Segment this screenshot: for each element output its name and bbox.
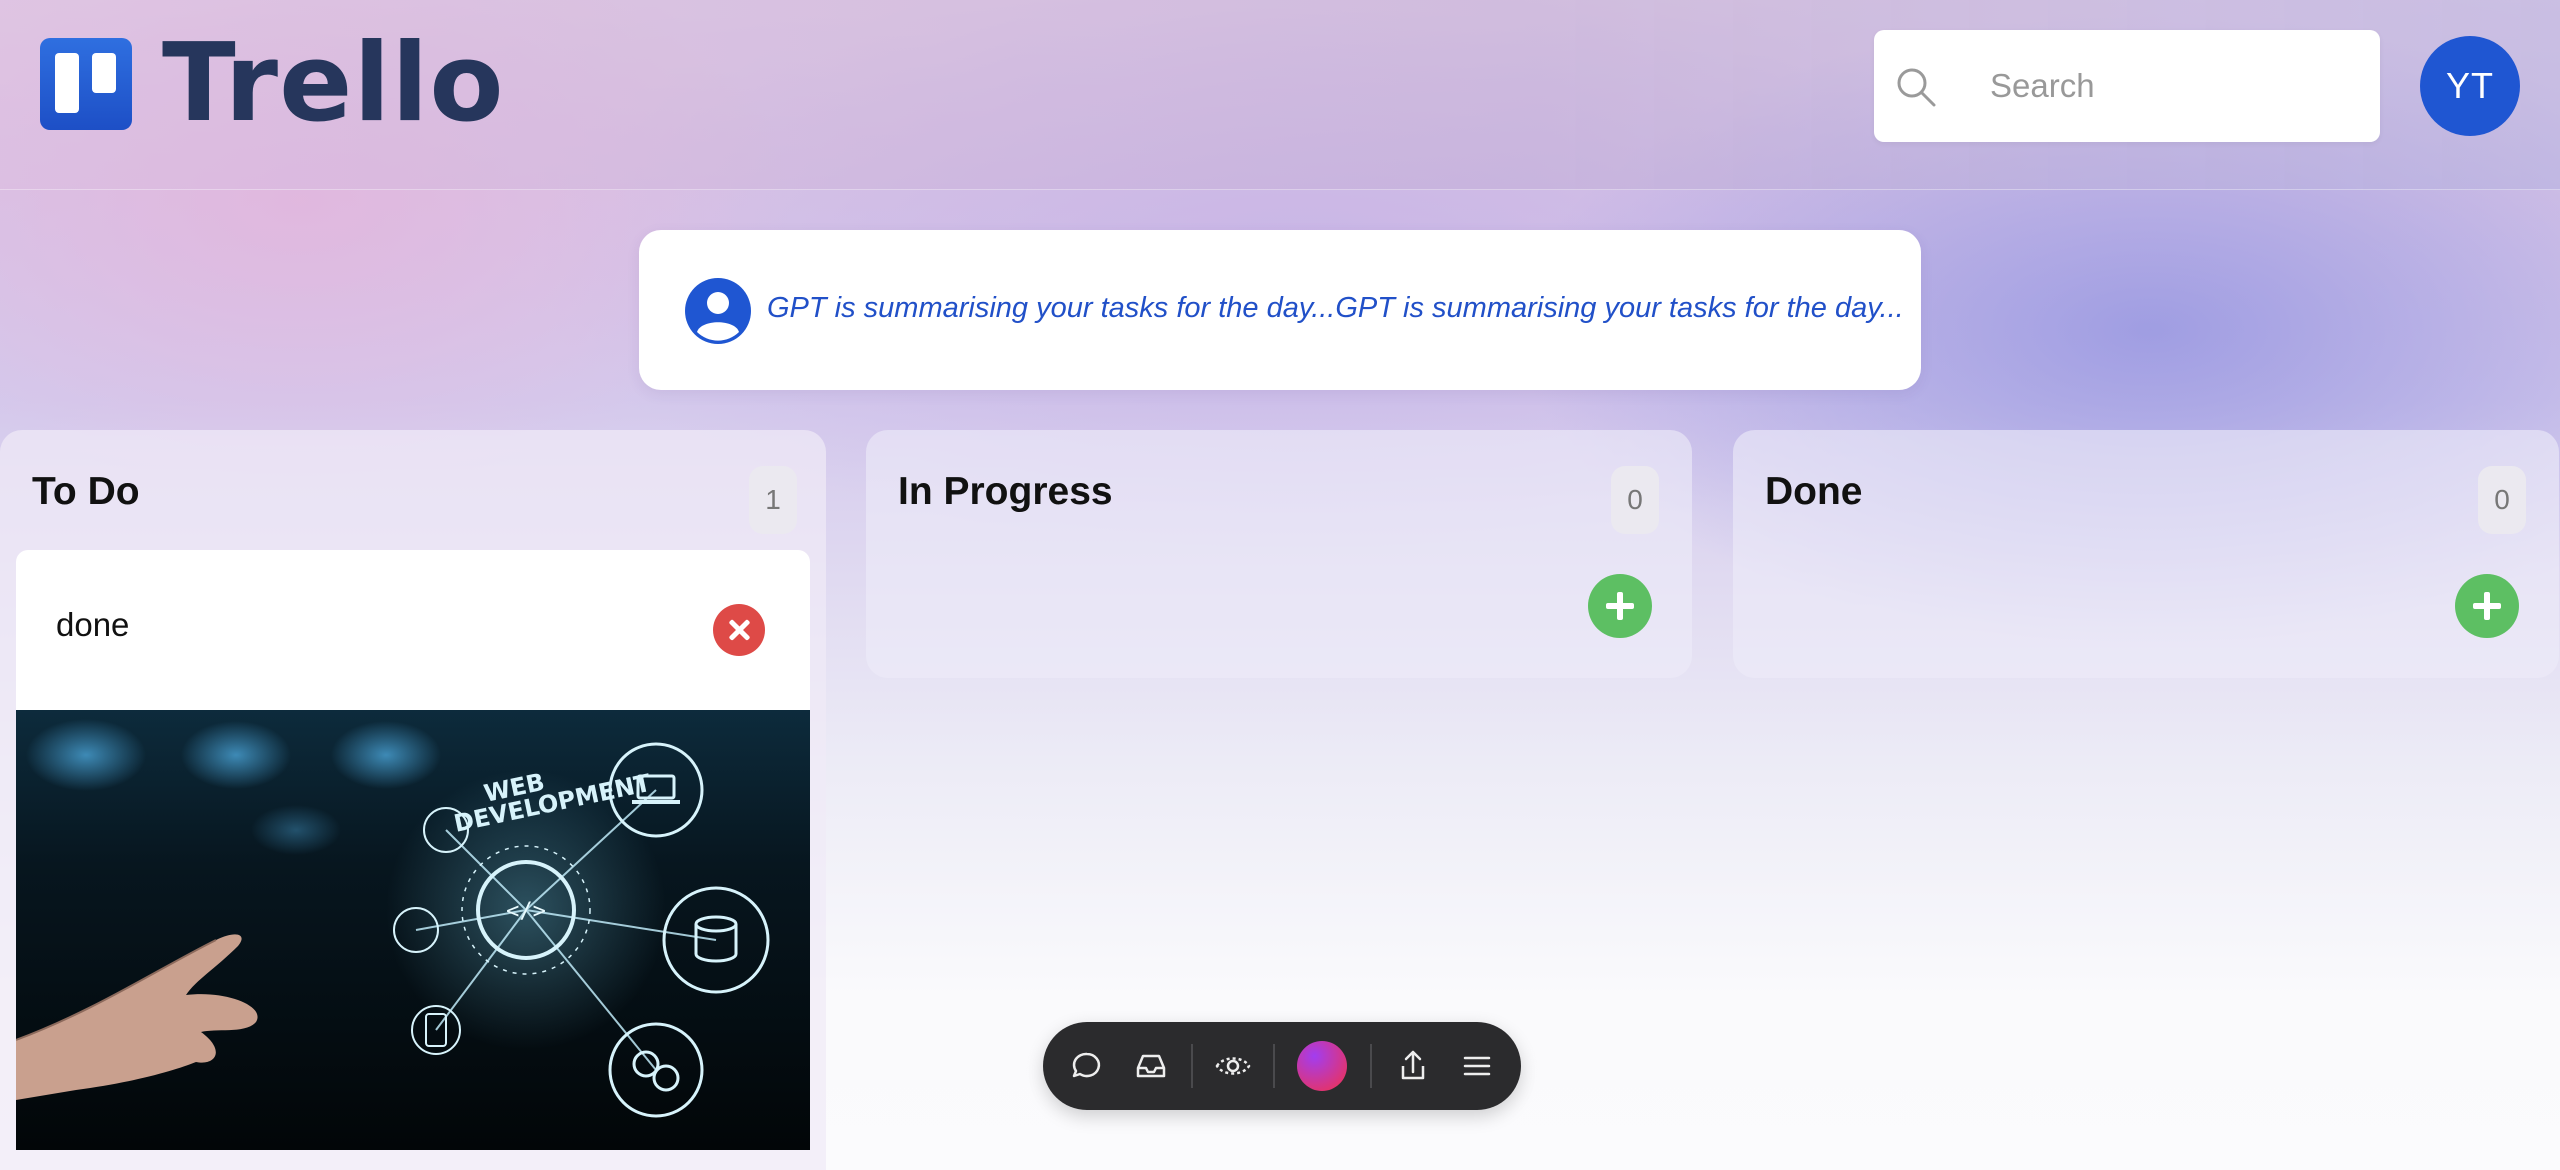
toolbar-divider	[1191, 1044, 1193, 1088]
add-card-button[interactable]	[2455, 574, 2519, 638]
user-circle-icon	[685, 278, 751, 344]
column-title: Done	[1765, 470, 1863, 513]
top-header: Trello YT	[0, 0, 2560, 190]
column-count-badge: 0	[1611, 466, 1659, 534]
column-count-badge: 0	[2478, 466, 2526, 534]
task-card-title: done	[56, 606, 130, 643]
comment-icon[interactable]	[1065, 1044, 1109, 1088]
trello-logo[interactable]: Trello	[40, 30, 505, 138]
web-development-illustration: </> WEB DEVELOPMENT	[16, 719, 770, 1118]
svg-text:</>: </>	[506, 899, 546, 924]
eye-icon[interactable]	[1211, 1044, 1255, 1088]
gpt-summary-banner: GPT is summarising your tasks for the da…	[639, 230, 1921, 390]
task-card-image: </> WEB DEVELOPMENT	[16, 710, 810, 1150]
column-title: To Do	[32, 470, 140, 513]
column-done: Done 0	[1733, 430, 2559, 678]
search-input[interactable]	[1990, 60, 2350, 112]
column-todo: To Do 1 done </> WEB DEVELOPMENT	[0, 430, 826, 1170]
add-card-button[interactable]	[1588, 574, 1652, 638]
column-count-badge: 1	[749, 466, 797, 534]
color-picker-button[interactable]	[1297, 1041, 1347, 1091]
search-icon	[1897, 68, 1936, 107]
trello-logo-icon	[40, 38, 132, 130]
inbox-icon[interactable]	[1129, 1044, 1173, 1088]
delete-card-button[interactable]	[713, 604, 765, 656]
column-title: In Progress	[898, 470, 1113, 513]
logo-text: Trello	[162, 21, 505, 146]
floating-toolbar	[1043, 1022, 1521, 1110]
search-box[interactable]	[1874, 30, 2380, 142]
toolbar-divider	[1273, 1044, 1275, 1088]
share-icon[interactable]	[1391, 1044, 1435, 1088]
gpt-summary-text: GPT is summarising your tasks for the da…	[767, 292, 1904, 324]
menu-icon[interactable]	[1455, 1044, 1499, 1088]
task-card[interactable]: done	[16, 550, 810, 710]
user-avatar[interactable]: YT	[2420, 36, 2520, 136]
toolbar-divider	[1370, 1044, 1372, 1088]
column-in-progress: In Progress 0	[866, 430, 1692, 678]
